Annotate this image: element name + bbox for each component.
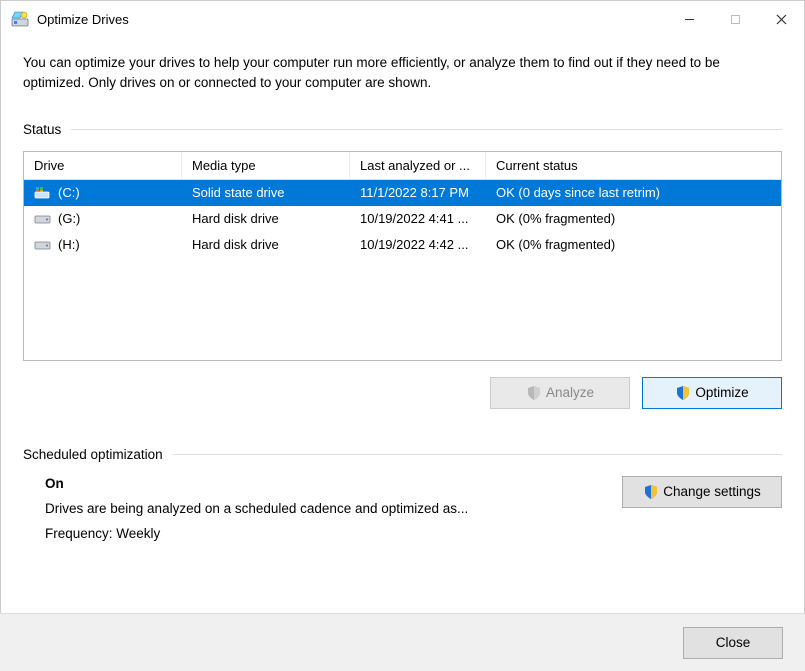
status-cell: OK (0% fragmented) <box>486 237 781 252</box>
change-settings-button[interactable]: Change settings <box>622 476 782 508</box>
drive-icon <box>34 212 52 226</box>
drive-icon <box>34 238 52 252</box>
window-title: Optimize Drives <box>37 12 129 27</box>
last-cell: 11/1/2022 8:17 PM <box>350 185 486 200</box>
drive-cell: (C:) <box>24 185 182 200</box>
app-icon <box>11 10 29 28</box>
status-label-text: Status <box>23 122 61 137</box>
close-label: Close <box>716 635 751 650</box>
minimize-button[interactable] <box>666 1 712 37</box>
analyze-button: Analyze <box>490 377 630 409</box>
analyze-label: Analyze <box>546 385 594 400</box>
window-controls <box>666 1 804 37</box>
maximize-button <box>712 1 758 37</box>
table-row[interactable]: (G:) Hard disk drive10/19/2022 4:41 ...OK… <box>24 206 781 232</box>
status-cell: OK (0 days since last retrim) <box>486 185 781 200</box>
status-section-label: Status <box>23 122 782 137</box>
table-row[interactable]: (H:) Hard disk drive10/19/2022 4:42 ...OK… <box>24 232 781 258</box>
table-row[interactable]: (C:) Solid state drive11/1/2022 8:17 PMOK… <box>24 180 781 206</box>
drives-table[interactable]: Drive Media type Last analyzed or ... Cu… <box>23 151 782 361</box>
drive-name: (G:) <box>58 211 80 226</box>
footer: Close <box>0 613 805 671</box>
media-cell: Hard disk drive <box>182 211 350 226</box>
table-header: Drive Media type Last analyzed or ... Cu… <box>24 152 781 180</box>
scheduled-section-label: Scheduled optimization <box>23 447 782 462</box>
shield-icon <box>675 385 691 401</box>
col-drive-header[interactable]: Drive <box>24 152 182 179</box>
status-cell: OK (0% fragmented) <box>486 211 781 226</box>
drive-name: (H:) <box>58 237 80 252</box>
drive-name: (C:) <box>58 185 80 200</box>
schedule-description: Drives are being analyzed on a scheduled… <box>45 501 622 516</box>
close-button[interactable] <box>758 1 804 37</box>
drive-cell: (G:) <box>24 211 182 226</box>
schedule-state: On <box>45 476 622 491</box>
change-settings-label: Change settings <box>663 484 761 499</box>
scheduled-label-text: Scheduled optimization <box>23 447 163 462</box>
description-text: You can optimize your drives to help you… <box>23 53 782 94</box>
shield-icon <box>526 385 542 401</box>
schedule-frequency: Frequency: Weekly <box>45 526 622 541</box>
table-body: (C:)Solid state drive11/1/2022 8:17 PMOK… <box>24 180 781 258</box>
divider <box>173 454 782 455</box>
shield-icon <box>643 484 659 500</box>
last-cell: 10/19/2022 4:42 ... <box>350 237 486 252</box>
col-last-header[interactable]: Last analyzed or ... <box>350 152 486 179</box>
drive-icon <box>34 186 52 200</box>
media-cell: Hard disk drive <box>182 237 350 252</box>
media-cell: Solid state drive <box>182 185 350 200</box>
col-media-header[interactable]: Media type <box>182 152 350 179</box>
optimize-label: Optimize <box>695 385 748 400</box>
action-row: Analyze Optimize <box>23 377 782 409</box>
divider <box>71 129 782 130</box>
col-status-header[interactable]: Current status <box>486 152 781 179</box>
title-bar: Optimize Drives <box>1 1 804 37</box>
close-dialog-button[interactable]: Close <box>683 627 783 659</box>
optimize-button[interactable]: Optimize <box>642 377 782 409</box>
last-cell: 10/19/2022 4:41 ... <box>350 211 486 226</box>
drive-cell: (H:) <box>24 237 182 252</box>
